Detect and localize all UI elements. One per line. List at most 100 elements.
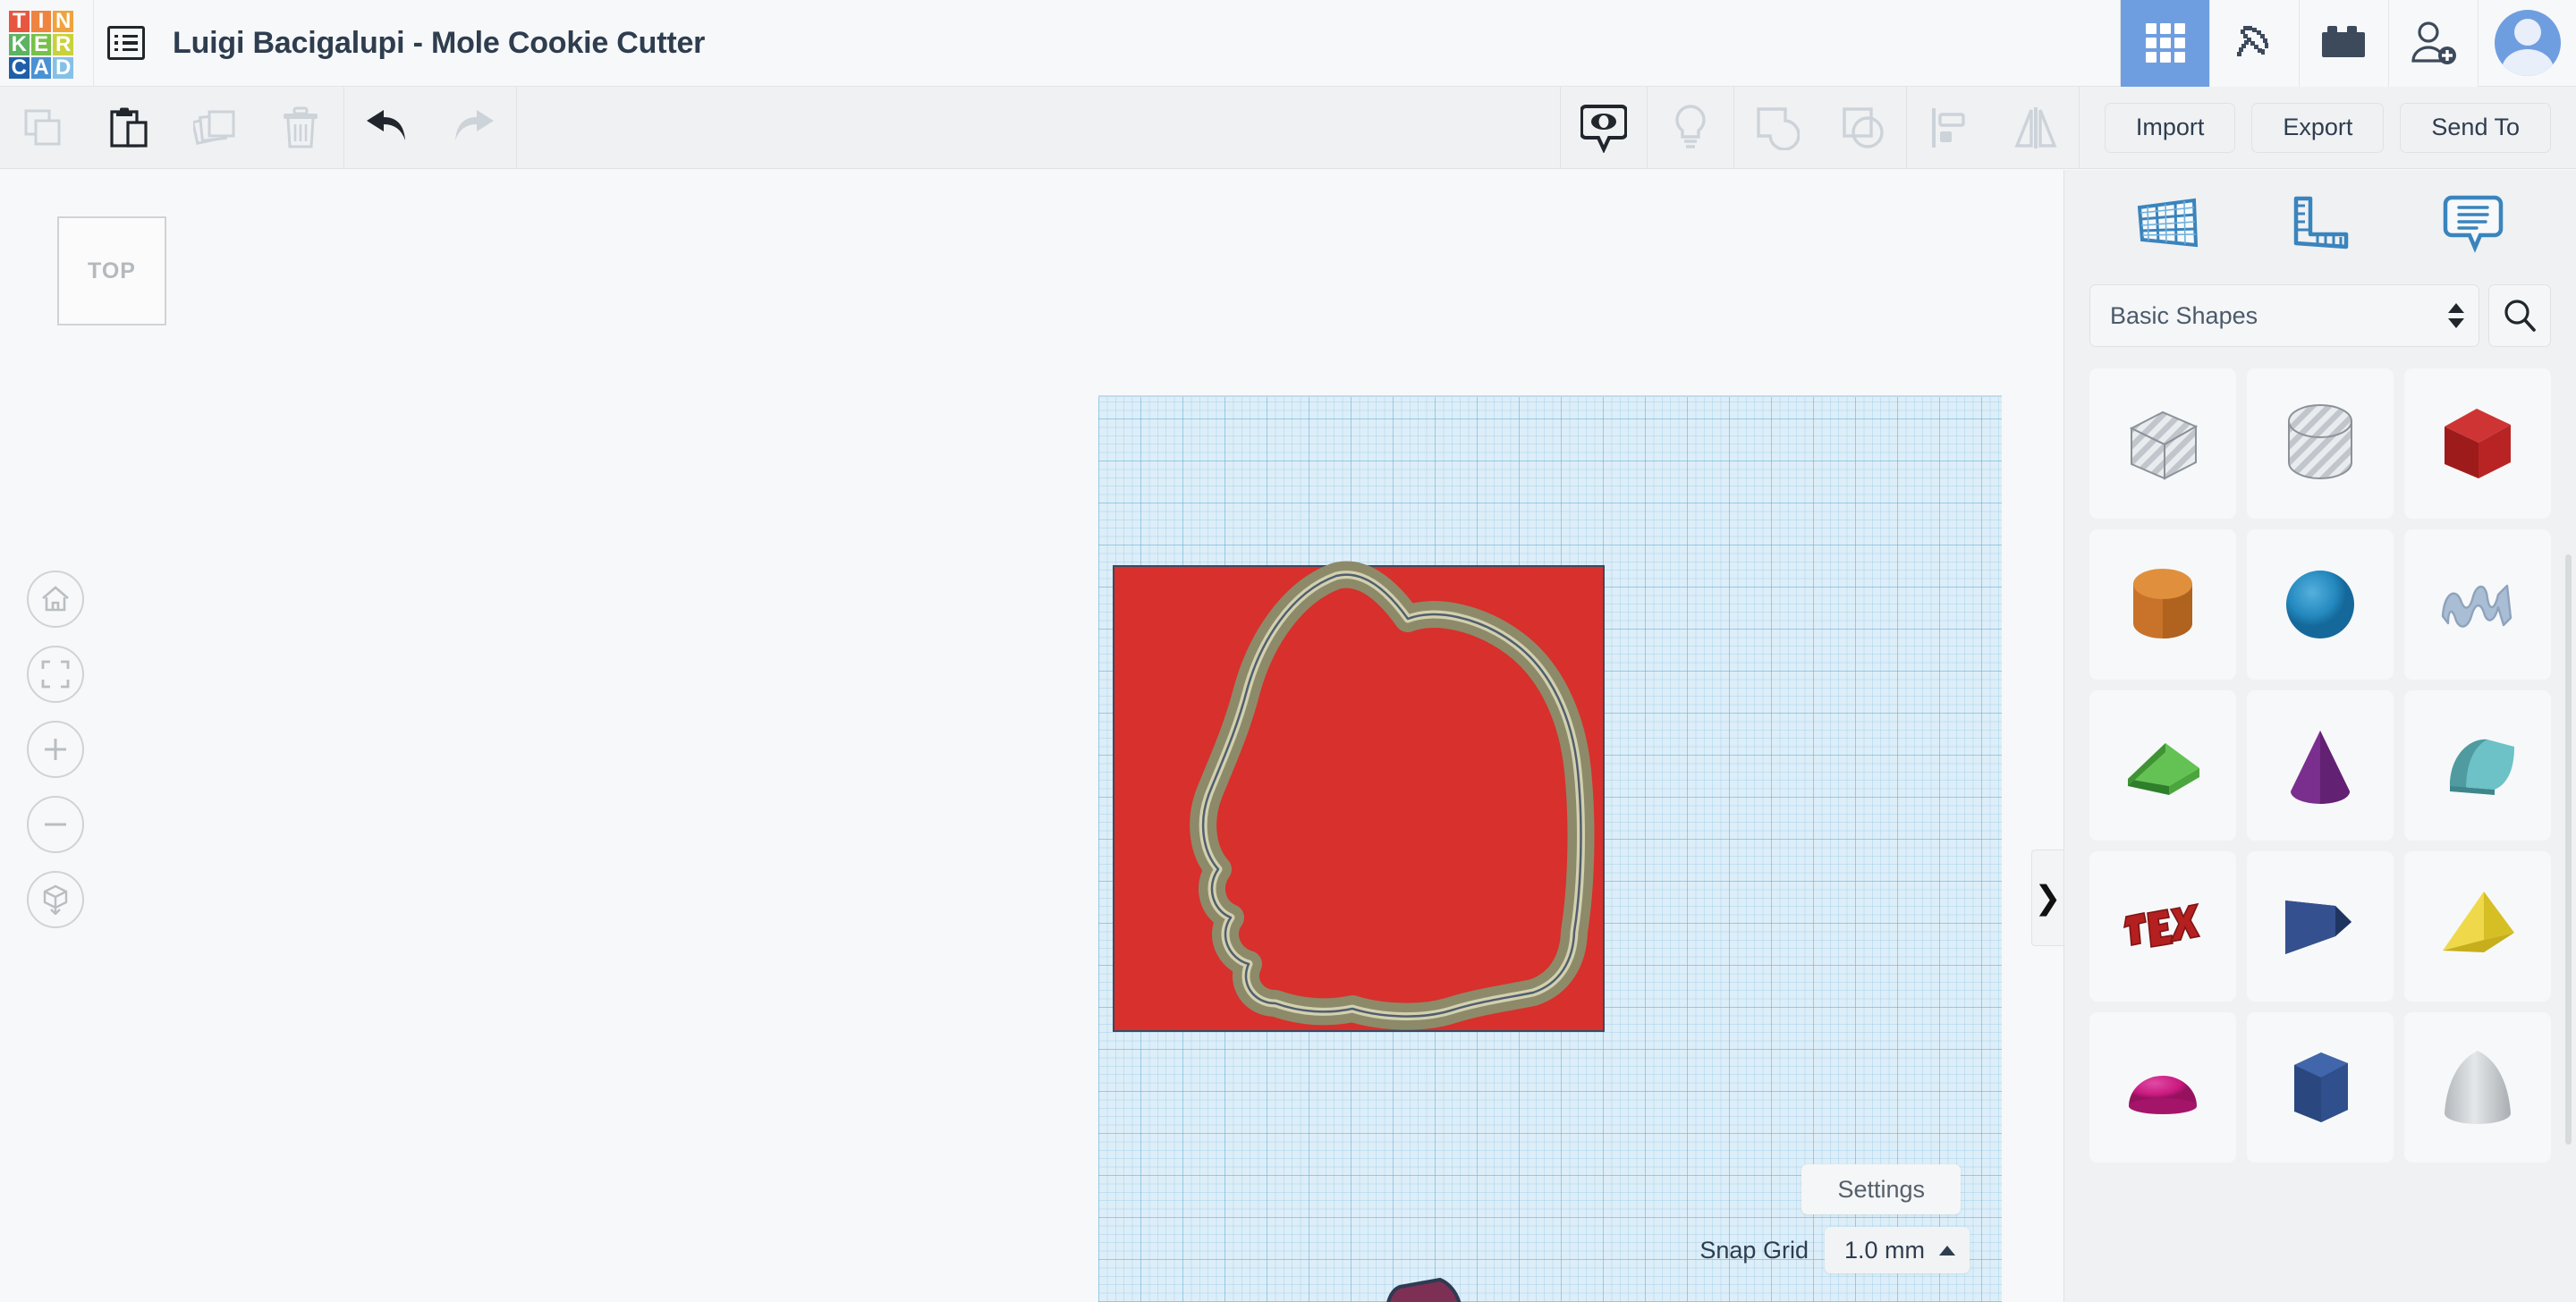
zoom-out-button[interactable] xyxy=(27,796,84,853)
ungroup-button[interactable] xyxy=(1820,87,1906,169)
shape-item-scribble[interactable] xyxy=(2404,529,2551,680)
collapse-panel-button[interactable]: ❯ xyxy=(2031,850,2063,946)
snap-grid-control: Snap Grid 1.0 mm xyxy=(1699,1227,1970,1273)
header-gallery-button[interactable] xyxy=(2120,0,2209,87)
pickaxe-icon xyxy=(2236,26,2268,56)
shape-item-sphere[interactable] xyxy=(2247,529,2394,680)
shape-item-hexagon-prism[interactable] xyxy=(2247,1012,2394,1162)
delete-icon xyxy=(284,106,318,148)
navigation-controls xyxy=(27,571,84,928)
notes-button[interactable] xyxy=(1648,87,1733,169)
header-minecraft-button[interactable] xyxy=(2209,0,2299,87)
header-invite-button[interactable] xyxy=(2388,0,2478,87)
copy-button[interactable] xyxy=(0,87,86,169)
logo-tile-D: D xyxy=(53,57,73,79)
shape-item-cone[interactable] xyxy=(2247,690,2394,841)
duplicate-button[interactable] xyxy=(172,87,258,169)
lightbulb-icon xyxy=(1675,104,1706,148)
workplane-icon xyxy=(2138,198,2199,248)
header-blocks-button[interactable] xyxy=(2299,0,2388,87)
slab-icon xyxy=(2285,900,2351,954)
logo-tile-C: C xyxy=(9,57,30,79)
group-button[interactable] xyxy=(1734,87,1820,169)
send-to-button[interactable]: Send To xyxy=(2400,102,2551,153)
settings-button[interactable]: Settings xyxy=(1801,1164,1961,1214)
half-sphere-icon xyxy=(2129,1076,2197,1114)
avatar xyxy=(2494,10,2561,76)
shape-item-half-sphere[interactable] xyxy=(2089,1012,2236,1162)
duplicate-icon xyxy=(193,110,235,145)
view-cube[interactable]: TOP xyxy=(57,216,166,326)
shape-item-text[interactable] xyxy=(2089,851,2236,1002)
shape-category-select[interactable]: Basic Shapes xyxy=(2089,284,2479,347)
ruler-icon xyxy=(2293,196,2349,249)
shape-search-button[interactable] xyxy=(2488,284,2551,347)
shape-library-controls: Basic Shapes xyxy=(2064,275,2576,356)
mirror-button[interactable] xyxy=(1993,87,2079,169)
red-base-plate[interactable] xyxy=(1113,565,1605,1032)
shape-item-pyramid[interactable] xyxy=(2404,851,2551,1002)
show-hide-button[interactable] xyxy=(1561,87,1647,169)
shape-item-box-hole[interactable] xyxy=(2089,368,2236,519)
zoom-in-button[interactable] xyxy=(27,721,84,778)
group-icon xyxy=(1757,106,1800,150)
snap-grid-select[interactable]: 1.0 mm xyxy=(1824,1227,1970,1273)
export-button[interactable]: Export xyxy=(2251,102,2385,153)
workplane-tool-button[interactable] xyxy=(2114,180,2221,266)
undo-button[interactable] xyxy=(344,87,430,169)
shape-gallery xyxy=(2064,356,2576,1302)
user-account-button[interactable] xyxy=(2478,0,2576,87)
paraboloid-icon xyxy=(2445,1051,2511,1124)
shapes-panel: Basic Shapes xyxy=(2063,170,2576,1302)
shape-item-box[interactable] xyxy=(2404,368,2551,519)
fit-to-view-icon xyxy=(41,660,70,689)
shape-item-paraboloid[interactable] xyxy=(2404,1012,2551,1162)
add-person-icon xyxy=(2411,21,2456,64)
file-actions: Import Export Send To xyxy=(2080,102,2576,153)
logo-tile-R: R xyxy=(53,34,73,55)
shape-item-cylinder[interactable] xyxy=(2089,529,2236,680)
tinkercad-logo[interactable]: T I N K E R C A D xyxy=(4,5,79,80)
caret-up-icon xyxy=(1939,1245,1955,1256)
shape-item-wedge[interactable] xyxy=(2089,690,2236,841)
perspective-toggle-icon xyxy=(43,884,68,915)
project-menu-button[interactable] xyxy=(94,0,158,87)
snap-grid-value: 1.0 mm xyxy=(1843,1236,1925,1264)
ruler-tool-button[interactable] xyxy=(2267,180,2374,266)
app-header: T I N K E R C A D Luigi Bacigalupi - Mol… xyxy=(0,0,2576,87)
snap-grid-label: Snap Grid xyxy=(1699,1236,1809,1264)
lego-brick-icon xyxy=(2321,26,2365,57)
chevron-updown-icon xyxy=(2448,303,2464,328)
box-icon xyxy=(2445,409,2511,478)
logo-tile-A: A xyxy=(30,57,52,79)
panel-scrollbar[interactable] xyxy=(2565,554,2572,1145)
fit-to-view-button[interactable] xyxy=(27,646,84,703)
copy-icon xyxy=(24,109,61,145)
pyramid-icon xyxy=(2443,892,2514,952)
perspective-toggle-button[interactable] xyxy=(27,871,84,928)
shape-item-roof[interactable] xyxy=(2404,690,2551,841)
sphere-icon xyxy=(2286,571,2354,638)
shape-item-cylinder-hole[interactable] xyxy=(2247,368,2394,519)
home-view-button[interactable] xyxy=(27,571,84,628)
paste-button[interactable] xyxy=(86,87,172,169)
note-icon xyxy=(2443,195,2503,253)
small-tube-shape[interactable] xyxy=(1373,1274,1476,1302)
delete-button[interactable] xyxy=(258,87,343,169)
box-hole-icon xyxy=(2129,410,2199,480)
scribble-icon xyxy=(2441,584,2512,628)
logo-tile-T: T xyxy=(9,11,30,32)
panel-tool-tabs xyxy=(2064,170,2576,275)
import-button[interactable]: Import xyxy=(2104,102,2236,153)
shape-item-polygon-prism[interactable] xyxy=(2247,851,2394,1002)
align-button[interactable] xyxy=(1907,87,1993,169)
redo-icon xyxy=(455,109,494,140)
header-actions xyxy=(2120,0,2576,87)
toolbar-divider-2 xyxy=(516,86,517,169)
logo-tile-I: I xyxy=(30,11,52,32)
mirror-icon xyxy=(2014,106,2057,148)
gallery-grid-icon xyxy=(2145,23,2185,63)
design-canvas[interactable]: TOP Settings Snap Grid 1.0 mm ❯ xyxy=(0,170,2063,1302)
redo-button[interactable] xyxy=(430,87,516,169)
note-tool-button[interactable] xyxy=(2419,180,2527,266)
